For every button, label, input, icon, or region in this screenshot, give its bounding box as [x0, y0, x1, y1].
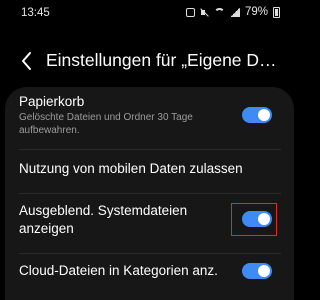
- setting-row-trash[interactable]: Papierkorb Gelöschte Dateien und Ordner …: [5, 87, 294, 147]
- setting-title-line2: anzeigen: [19, 221, 74, 236]
- status-icons: 79%: [185, 6, 280, 18]
- trash-toggle[interactable]: [242, 107, 272, 123]
- setting-row-mobile-data[interactable]: Nutzung von mobilen Daten zulassen: [5, 150, 294, 192]
- setting-row-system-files[interactable]: Ausgeblend. Systemdateien anzeigen: [5, 194, 294, 252]
- back-button[interactable]: [18, 50, 36, 72]
- toggle-knob: [258, 265, 270, 277]
- system-files-toggle[interactable]: [242, 211, 272, 227]
- setting-row-cloud-files[interactable]: Cloud-Dateien in Kategorien anz.: [5, 254, 294, 300]
- status-bar: 13:45 79%: [0, 0, 294, 28]
- notification-box-icon: [185, 7, 195, 17]
- wifi-icon: [213, 8, 225, 16]
- page-title: Einstellungen für „Eigene Dateien“: [46, 50, 282, 70]
- battery-percent: 79%: [244, 6, 268, 18]
- settings-card: Papierkorb Gelöschte Dateien und Ordner …: [5, 87, 294, 300]
- battery-icon: [273, 6, 280, 18]
- setting-title-line1: Ausgeblend. Systemdateien: [19, 203, 188, 218]
- header: Einstellungen für „Eigene Dateien“: [0, 44, 294, 80]
- setting-title: Papierkorb: [19, 94, 85, 109]
- setting-title: Nutzung von mobilen Daten zulassen: [19, 161, 243, 176]
- status-time: 13:45: [21, 7, 50, 19]
- setting-title: Cloud-Dateien in Kategorien anz.: [19, 263, 218, 278]
- toggle-knob: [258, 109, 270, 121]
- toggle-knob: [258, 213, 270, 225]
- setting-subtitle: Gelöschte Dateien und Ordner 30 Tage auf…: [19, 112, 193, 136]
- cloud-files-toggle[interactable]: [242, 263, 272, 279]
- signal-icon: [229, 7, 240, 17]
- mute-icon: [200, 8, 209, 17]
- chevron-left-icon: [22, 52, 31, 70]
